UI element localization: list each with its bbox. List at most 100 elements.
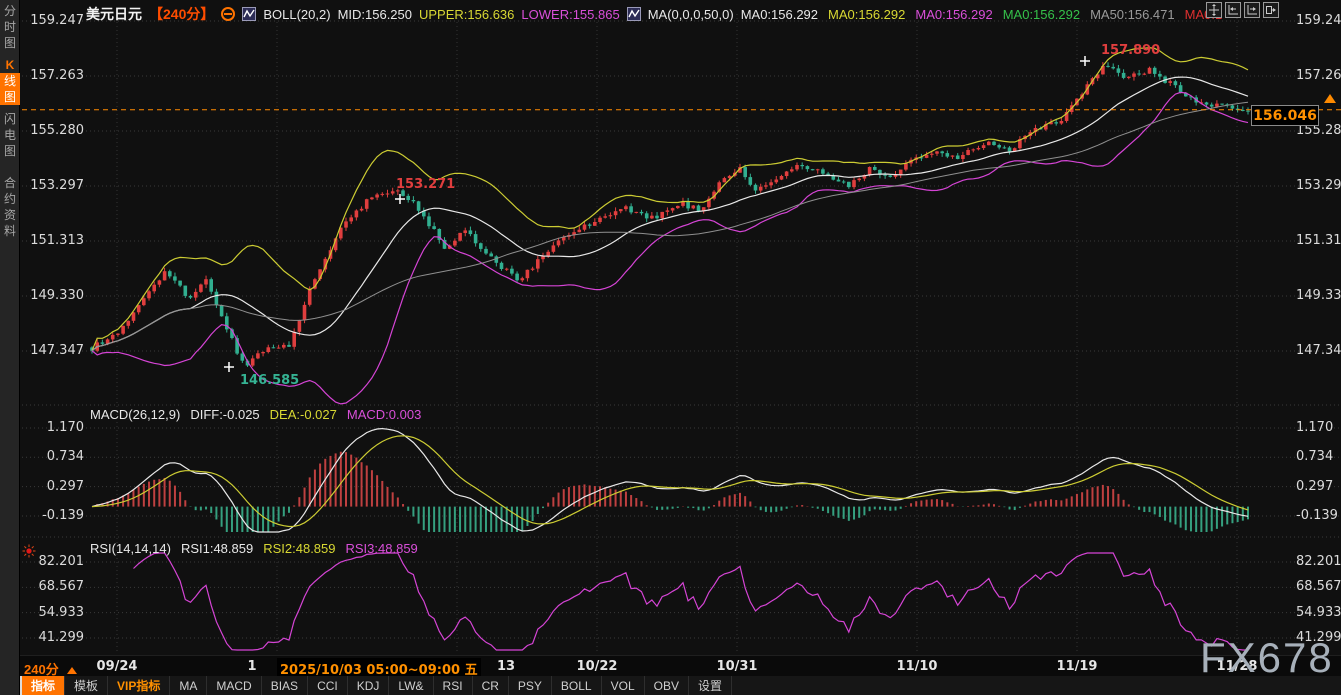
- price-axis-tick-left: 149.330: [26, 288, 84, 303]
- sidebar-tab-char: 资: [0, 207, 20, 223]
- swing-low-label: 146.585: [240, 373, 299, 388]
- sidebar-tab-flash-chart[interactable]: 闪电图: [0, 111, 20, 159]
- price-axis-tick-left: 157.263: [26, 68, 84, 83]
- x-axis-label: 1: [247, 659, 256, 674]
- rsi-axis-tick-right: 54.933: [1296, 605, 1341, 620]
- sidebar-tab-char: 电: [0, 127, 20, 143]
- rsi-title: RSI(14,14,14): [90, 541, 171, 556]
- scale-left-icon[interactable]: [1225, 2, 1241, 18]
- price-axis-tick-right: 159.247: [1296, 13, 1341, 28]
- macd-axis-tick-right: -0.139: [1296, 508, 1338, 523]
- rsi-axis-tick-left: 68.567: [26, 579, 84, 594]
- ma-value: MA0:156.292: [915, 7, 992, 22]
- rsi1-value: RSI1:48.859: [181, 541, 253, 556]
- ma-values: MA0:156.292MA0:156.292MA0:156.292MA0:156…: [741, 7, 1223, 22]
- price-axis-tick-right: 153.297: [1296, 178, 1341, 193]
- rsi-axis-tick-left: 41.299: [26, 630, 84, 645]
- ma-value: MA0:156.292: [828, 7, 905, 22]
- price-axis-tick-left: 153.297: [26, 178, 84, 193]
- macd-axis-tick-right: 1.170: [1296, 420, 1333, 435]
- toolbar-item-BOLL[interactable]: BOLL: [552, 676, 602, 695]
- last-price-tag: 156.046: [1251, 105, 1319, 126]
- sidebar-tab-contract-info[interactable]: 合约资料: [0, 175, 20, 239]
- boll-lower-value: LOWER:155.865: [521, 7, 619, 22]
- toolbar-item-CCI[interactable]: CCI: [308, 676, 348, 695]
- price-axis-tick-right: 147.347: [1296, 343, 1341, 358]
- toolbar-item-LW&[interactable]: LW&: [389, 676, 433, 695]
- toolbar-item-设置[interactable]: 设置: [689, 676, 732, 695]
- toolbar-item-MACD[interactable]: MACD: [207, 676, 261, 695]
- sidebar-tab-kline-chart[interactable]: K线图: [0, 57, 20, 105]
- sidebar-tab-char: 线: [0, 73, 20, 89]
- toolbar-item-VIP指标[interactable]: VIP指标: [108, 676, 170, 695]
- boll-label: BOLL(20,2): [263, 7, 330, 22]
- macd-diff-value: DIFF:-0.025: [190, 407, 259, 422]
- x-axis-label: 11/19: [1057, 659, 1098, 674]
- price-axis-tick-left: 155.280: [26, 123, 84, 138]
- sidebar-tab-char: 图: [0, 89, 20, 105]
- sidebar-tab-char: 图: [0, 143, 20, 159]
- sidebar-tab-char: 闪: [0, 111, 20, 127]
- macd-axis-tick-left: 0.297: [26, 479, 84, 494]
- macd-axis-tick-right: 0.734: [1296, 449, 1333, 464]
- toolbar-item-CR[interactable]: CR: [473, 676, 509, 695]
- price-axis-tick-left: 151.313: [26, 233, 84, 248]
- rsi-panel-header: RSI(14,14,14) RSI1:48.859 RSI2:48.859 RS…: [90, 541, 418, 556]
- scale-right-icon[interactable]: [1244, 2, 1260, 18]
- panel-shift-icon[interactable]: [1263, 2, 1279, 18]
- price-axis-tick-right: 149.330: [1296, 288, 1341, 303]
- rsi3-value: RSI3:48.859: [346, 541, 418, 556]
- sidebar-tab-time-chart[interactable]: 分时图: [0, 3, 20, 51]
- toolbar-item-MA[interactable]: MA: [170, 676, 207, 695]
- symbol-name: 美元日元: [86, 4, 142, 24]
- toolbar-item-VOL[interactable]: VOL: [602, 676, 645, 695]
- macd-dea-value: DEA:-0.027: [270, 407, 337, 422]
- indicator-toolbar: 指标模板VIP指标MAMACDBIASCCIKDJLW&RSICRPSYBOLL…: [20, 676, 1341, 695]
- period-up-triangle-icon: [67, 667, 77, 674]
- macd-axis-tick-left: -0.139: [26, 508, 84, 523]
- toolbar-item-指标[interactable]: 指标: [22, 676, 65, 695]
- macd-axis-tick-left: 1.170: [26, 420, 84, 435]
- indicator-chip-icon: [627, 7, 641, 21]
- trading-app-window: 分时图K线图闪电图合约资料 美元日元 【240分】 BOLL(20,2) MID…: [0, 0, 1341, 695]
- crosshair-icon[interactable]: [1206, 2, 1222, 18]
- price-axis-tick-left: 159.247: [26, 13, 84, 28]
- macd-macd-value: MACD:0.003: [347, 407, 421, 422]
- x-axis-label: 09/24: [97, 659, 138, 674]
- x-axis-label: 10/22: [577, 659, 618, 674]
- alert-dot-icon: [22, 544, 36, 563]
- left-tab-sidebar: 分时图K线图闪电图合约资料: [0, 0, 20, 695]
- chart-tool-icons: [1206, 2, 1279, 18]
- sidebar-tab-char: K: [0, 57, 20, 73]
- link-icon[interactable]: [221, 7, 235, 21]
- chart-header: 美元日元 【240分】 BOLL(20,2) MID:156.250 UPPER…: [86, 4, 1222, 24]
- rsi2-value: RSI2:48.859: [263, 541, 335, 556]
- toolbar-item-KDJ[interactable]: KDJ: [348, 676, 390, 695]
- sidebar-tab-char: 料: [0, 223, 20, 239]
- ma-value: MA50:156.471: [1090, 7, 1175, 22]
- chart-canvas[interactable]: [0, 0, 1341, 695]
- toolbar-item-OBV[interactable]: OBV: [645, 676, 689, 695]
- rsi-axis-tick-right: 68.567: [1296, 579, 1341, 594]
- sidebar-tab-char: 时: [0, 19, 20, 35]
- toolbar-item-BIAS[interactable]: BIAS: [262, 676, 308, 695]
- price-axis-tick-right: 151.313: [1296, 233, 1341, 248]
- price-arrow-icon: [1324, 94, 1336, 103]
- toolbar-item-模板[interactable]: 模板: [65, 676, 108, 695]
- price-axis-tick-left: 147.347: [26, 343, 84, 358]
- sidebar-tab-char: 分: [0, 3, 20, 19]
- swing-high-label-2: 157.890: [1101, 43, 1160, 58]
- boll-mid-value: MID:156.250: [338, 7, 412, 22]
- boll-upper-value: UPPER:156.636: [419, 7, 514, 22]
- ma-value: MA0:156.292: [741, 7, 818, 22]
- ma-group-label: MA(0,0,0,50,0): [648, 7, 734, 22]
- rsi-axis-tick-right: 82.201: [1296, 554, 1341, 569]
- macd-panel-header: MACD(26,12,9) DIFF:-0.025 DEA:-0.027 MAC…: [90, 407, 421, 422]
- period-label: 【240分】: [149, 4, 214, 24]
- macd-axis-tick-left: 0.734: [26, 449, 84, 464]
- toolbar-item-PSY[interactable]: PSY: [509, 676, 552, 695]
- toolbar-item-RSI[interactable]: RSI: [434, 676, 473, 695]
- sidebar-tab-char: 合: [0, 175, 20, 191]
- sidebar-tab-char: 图: [0, 35, 20, 51]
- x-axis-label: 13: [497, 659, 515, 674]
